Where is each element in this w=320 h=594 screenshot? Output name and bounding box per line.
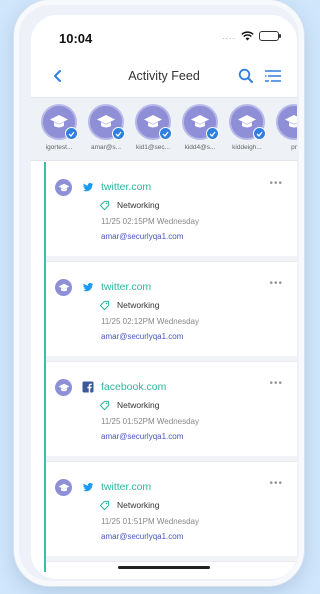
twitter-icon [83,482,94,492]
card-divider [46,556,297,561]
category-label: Networking [117,400,160,410]
user-email: amar@securlyqa1.com [101,232,184,241]
timestamp: 11/25 02:12PM Wednesday [101,317,199,326]
kid-name: igortest... [45,144,73,151]
category-label: Networking [117,500,160,510]
more-options-icon[interactable]: ••• [269,178,283,189]
kid-name: pr [291,144,297,151]
kid-item[interactable]: pr [274,104,297,151]
tag-icon [99,500,110,511]
kid-selector-strip: igortest... amar@s... kid1@sec... kidd4@… [31,97,297,161]
status-bar: 10:04 .... [31,15,297,55]
battery-icon [259,31,281,41]
graduation-cap-icon [88,104,125,140]
tag-icon [99,300,110,311]
search-icon[interactable] [237,67,255,85]
more-options-icon[interactable]: ••• [269,378,283,389]
kid-name: kiddeigh... [232,144,262,151]
kid-item[interactable]: amar@s... [86,104,126,151]
status-icons: .... [221,31,281,41]
graduation-cap-icon [55,179,72,196]
activity-card[interactable]: twitter.com ••• Networking 11/25 02:15PM… [46,162,297,262]
nav-bar: Activity Feed [31,59,297,95]
site-link[interactable]: twitter.com [101,481,151,493]
site-link[interactable]: twitter.com [101,181,151,193]
card-divider [46,256,297,261]
signal-icon: .... [221,31,236,41]
user-email: amar@securlyqa1.com [101,532,184,541]
activity-card[interactable]: twitter.com ••• Networking 11/25 01:51PM… [46,462,297,562]
activity-feed-list: twitter.com ••• Networking 11/25 02:15PM… [31,162,297,572]
checkmark-icon [253,127,266,140]
checkmark-icon [206,127,219,140]
category-label: Networking [117,200,160,210]
kid-item[interactable]: kiddeigh... [227,104,267,151]
kid-name: kid1@sec... [135,144,171,151]
kid-name: kidd4@s... [184,144,216,151]
tag-icon [99,400,110,411]
site-link[interactable]: twitter.com [101,281,151,293]
graduation-cap-icon [41,104,78,140]
status-time: 10:04 [59,31,93,46]
app-screen: 10:04 .... Activity Feed igortest... ama… [31,15,297,579]
checkmark-icon [65,127,78,140]
twitter-icon [83,282,94,292]
kid-name: amar@s... [90,144,122,151]
page-title: Activity Feed [128,69,200,83]
timestamp: 11/25 01:52PM Wednesday [101,417,199,426]
graduation-cap-icon [55,379,72,396]
more-options-icon[interactable]: ••• [269,278,283,289]
timestamp: 11/25 02:15PM Wednesday [101,217,199,226]
tag-icon [99,200,110,211]
checkmark-icon [112,127,125,140]
phone-frame: 10:04 .... Activity Feed igortest... ama… [14,0,304,586]
kid-item[interactable]: kidd4@s... [180,104,220,151]
graduation-cap-icon [55,479,72,496]
user-email: amar@securlyqa1.com [101,432,184,441]
site-link[interactable]: facebook.com [101,381,166,393]
user-email: amar@securlyqa1.com [101,332,184,341]
kid-item[interactable]: igortest... [39,104,79,151]
timestamp: 11/25 01:51PM Wednesday [101,517,199,526]
kid-list: igortest... amar@s... kid1@sec... kidd4@… [39,104,297,151]
home-indicator[interactable] [118,566,210,569]
graduation-cap-icon [135,104,172,140]
card-divider [46,356,297,361]
graduation-cap-icon [182,104,219,140]
graduation-cap-icon [276,104,297,140]
twitter-icon [83,182,94,192]
graduation-cap-icon [229,104,266,140]
card-divider [46,456,297,461]
activity-card[interactable]: twitter.com ••• Networking 11/25 02:12PM… [46,262,297,362]
more-options-icon[interactable]: ••• [269,478,283,489]
activity-card[interactable]: facebook.com ••• Networking 11/25 01:52P… [46,362,297,462]
facebook-icon [82,381,94,393]
checkmark-icon [159,127,172,140]
graduation-cap-icon [55,279,72,296]
filter-menu-icon[interactable] [263,68,283,84]
category-label: Networking [117,300,160,310]
wifi-icon [241,31,254,41]
kid-item[interactable]: kid1@sec... [133,104,173,151]
